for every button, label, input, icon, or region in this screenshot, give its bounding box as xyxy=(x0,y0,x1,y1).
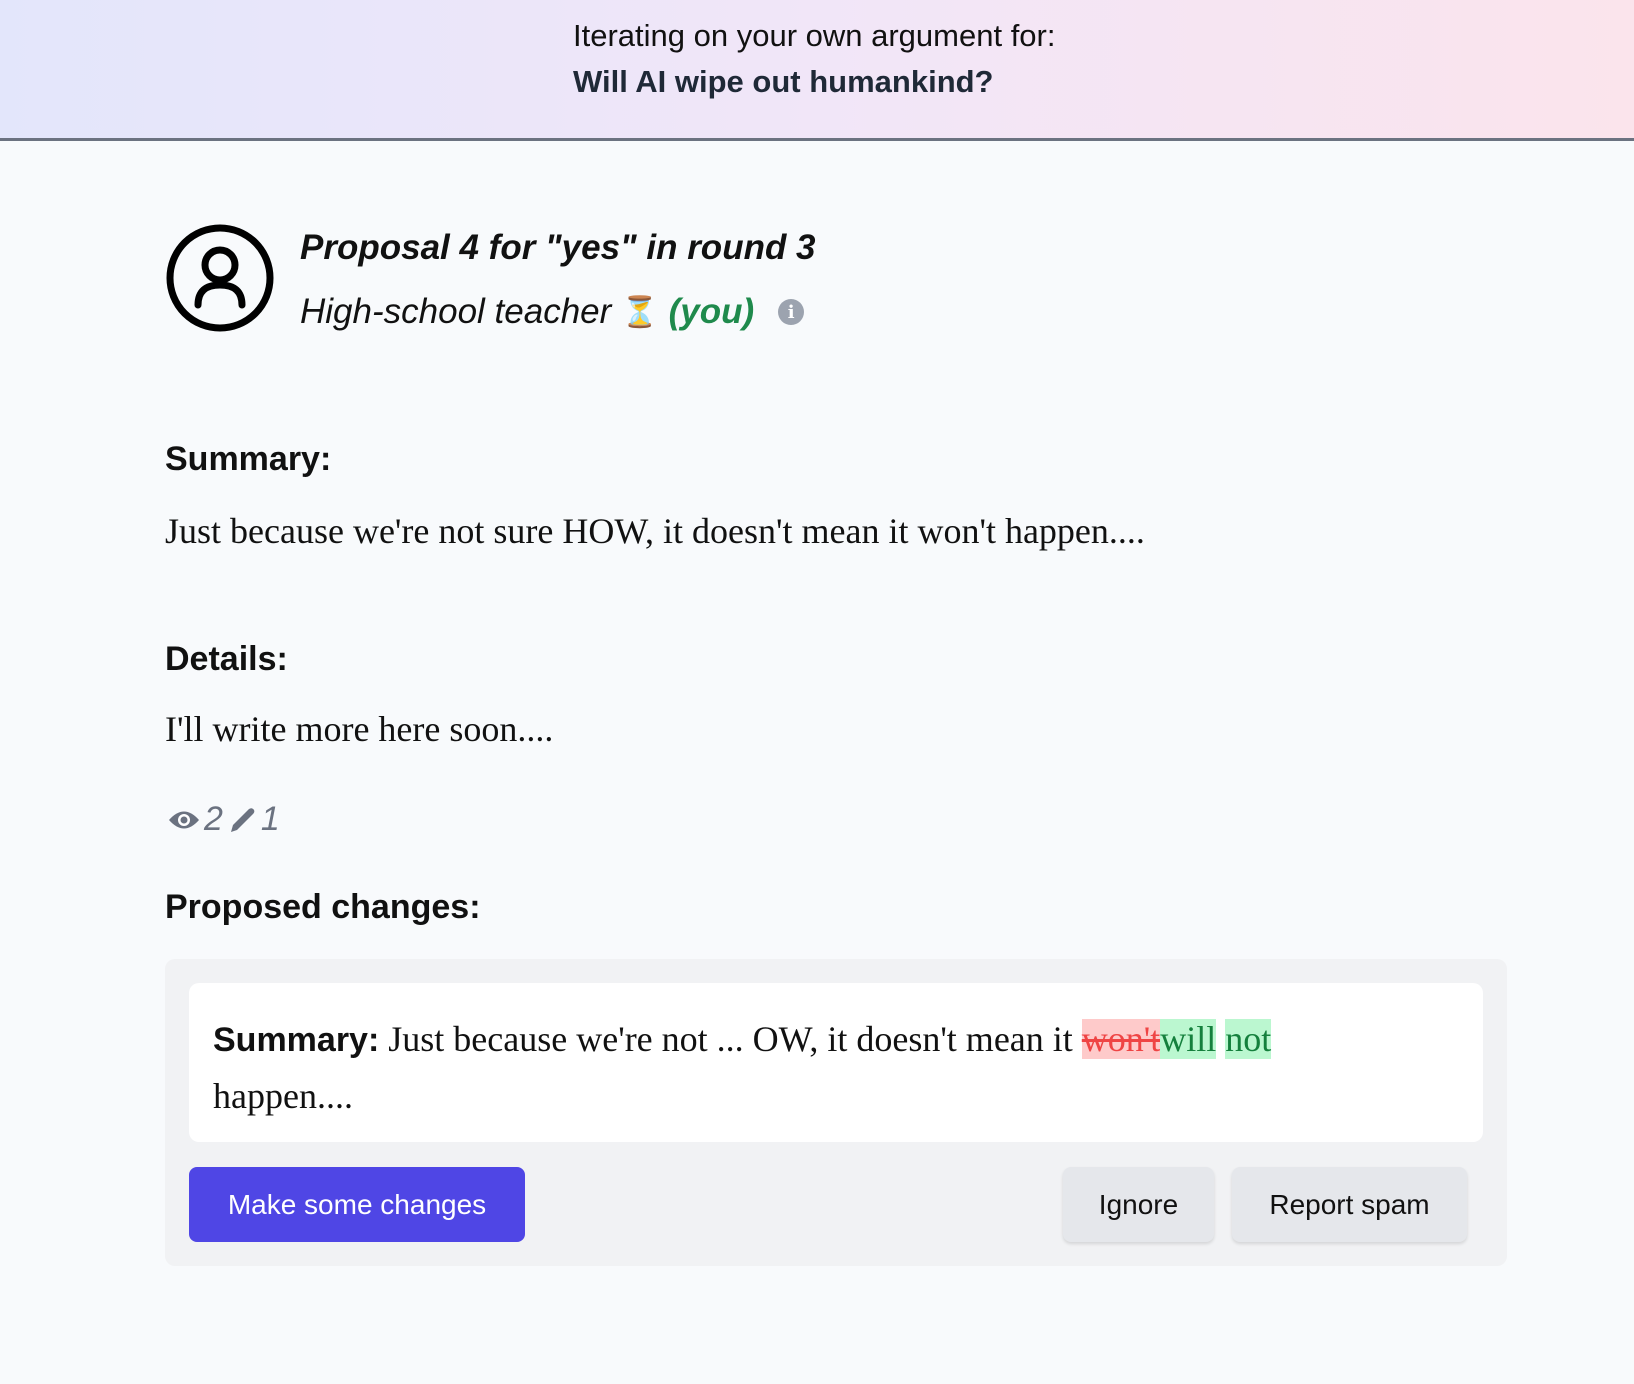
make-changes-button[interactable]: Make some changes xyxy=(189,1167,525,1242)
proposed-changes-label: Proposed changes: xyxy=(165,888,481,926)
author-name: High-school teacher xyxy=(300,292,612,331)
proposed-changes-card: Summary: Just because we're not ... OW, … xyxy=(165,959,1507,1266)
diff-deleted: won't xyxy=(1081,1019,1161,1059)
report-spam-button[interactable]: Report spam xyxy=(1232,1167,1467,1242)
header-question: Will AI wipe out humankind? xyxy=(573,64,994,99)
diff-view: Summary: Just because we're not ... OW, … xyxy=(189,983,1483,1142)
diff-inserted: will xyxy=(1160,1019,1217,1059)
summary-text: Just because we're not sure HOW, it does… xyxy=(165,511,1145,551)
edit-count: 1 xyxy=(260,800,280,838)
hourglass-icon: ⏳ xyxy=(621,295,659,329)
eye-icon xyxy=(169,811,199,828)
diff-unchanged: happen.... xyxy=(213,1076,353,1116)
details-label: Details: xyxy=(165,640,288,678)
you-label: (you) xyxy=(668,292,755,331)
diff-field-label: Summary: xyxy=(213,1021,380,1059)
diff-unchanged: Just because we're not ... OW, it doesn'… xyxy=(379,1019,1082,1059)
stats: 2 1 xyxy=(168,800,280,839)
details-text: I'll write more here soon.... xyxy=(165,709,554,749)
info-icon[interactable]: i xyxy=(778,299,805,325)
summary-label: Summary: xyxy=(165,440,332,478)
pencil-icon xyxy=(230,807,255,832)
proposal-title: Proposal 4 for "yes" in round 3 xyxy=(300,228,816,267)
view-count: 2 xyxy=(204,800,223,838)
user-circle-icon xyxy=(166,224,274,332)
ignore-button[interactable]: Ignore xyxy=(1063,1167,1214,1242)
header-subtitle: Iterating on your own argument for: xyxy=(573,18,1056,53)
page-header: Iterating on your own argument for: Will… xyxy=(0,0,1634,141)
proposal-author: High-school teacher ⏳ (you) i xyxy=(300,292,805,332)
diff-inserted: not xyxy=(1225,1019,1272,1059)
